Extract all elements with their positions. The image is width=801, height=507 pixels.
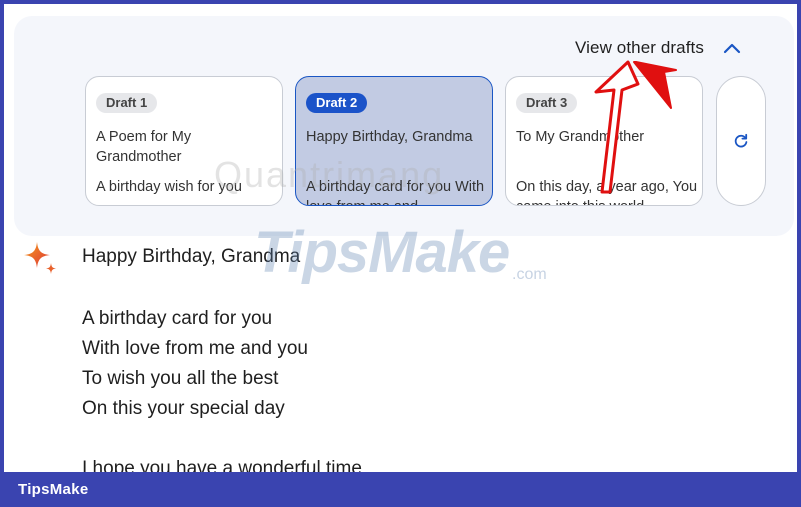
- poem-line: To wish you all the best: [82, 368, 279, 389]
- draft-title: To My Grandmother: [516, 129, 645, 145]
- poem-line: With love from me and you: [82, 338, 308, 359]
- view-other-drafts-toggle[interactable]: View other drafts: [575, 35, 742, 61]
- draft-chip: Draft 3: [516, 93, 578, 113]
- draft-card-1[interactable]: Draft 1 A Poem for My Grandmother A birt…: [85, 76, 283, 206]
- refresh-icon: [734, 133, 748, 148]
- gemini-response-panel: View other drafts Draft 1 A Poem for My …: [4, 4, 797, 472]
- poem-line: A birthday card for you: [82, 308, 273, 329]
- draft-chip: Draft 1: [96, 93, 158, 113]
- chevron-up-icon: [723, 43, 741, 54]
- poem-line: On this your special day: [82, 398, 285, 419]
- response-heading: Happy Birthday, Grandma: [82, 246, 301, 267]
- draft-preview: A birthday wish for you: [96, 179, 242, 195]
- stanza-break: [82, 424, 362, 454]
- footer-brand: TipsMake: [18, 481, 89, 498]
- draft-preview: On this day, a year ago, You came into t…: [516, 179, 698, 205]
- footer-bar: TipsMake: [0, 472, 801, 507]
- draft-chip: Draft 2: [306, 93, 368, 113]
- watermark-suffix: .com: [512, 266, 547, 283]
- draft-card-3[interactable]: Draft 3 To My Grandmother On this day, a…: [505, 76, 703, 206]
- view-other-drafts-label: View other drafts: [575, 38, 704, 57]
- gemini-sparkle-icon: [24, 242, 56, 274]
- draft-title: Happy Birthday, Grandma: [306, 129, 473, 145]
- regenerate-drafts-button[interactable]: [716, 76, 766, 206]
- draft-title: A Poem for My Grandmother: [96, 129, 192, 165]
- poem-line: I hope you have a wonderful time: [82, 458, 362, 472]
- draft-preview: A birthday card for you With love from m…: [306, 179, 485, 205]
- response-text: Happy Birthday, Grandma A birthday card …: [82, 244, 362, 472]
- draft-card-2[interactable]: Draft 2 Happy Birthday, Grandma A birthd…: [295, 76, 493, 206]
